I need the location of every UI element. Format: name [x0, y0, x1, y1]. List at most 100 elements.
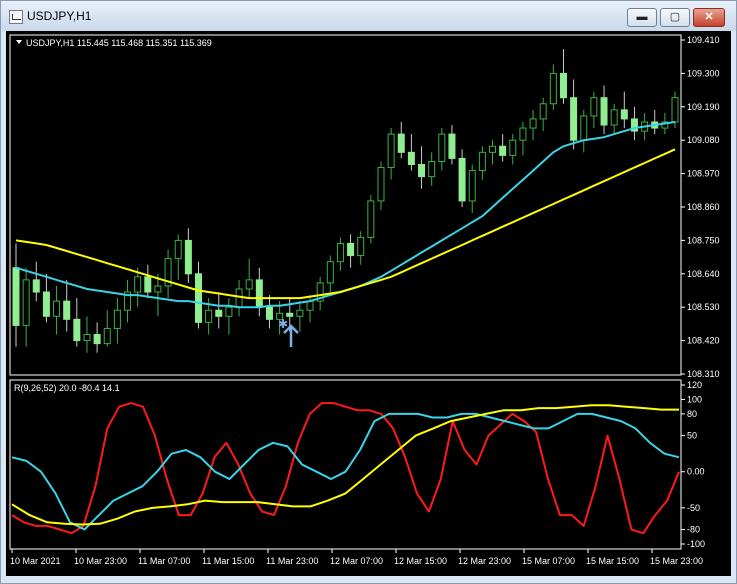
- oscillator-label: R(9,26,52) 20.0 -80.4 14.1: [14, 383, 120, 393]
- candle-body: [367, 200, 375, 238]
- candle-body: [336, 242, 344, 263]
- chart-area[interactable]: 109.410 109.300 109.190 109.080 108.970 108.8…: [6, 31, 731, 576]
- candle-body: [620, 109, 628, 120]
- candle-body: [377, 167, 385, 202]
- price-tick-label: 108.750: [687, 235, 720, 245]
- candle-body: [468, 170, 476, 202]
- candle-body: [549, 72, 557, 105]
- candle-body: [245, 279, 253, 290]
- candle-body: [418, 163, 426, 178]
- time-tick-label: 10 Mar 2021: [10, 556, 61, 566]
- time-tick-label: 11 Mar 07:00: [138, 556, 190, 566]
- oscillator-series-line: [11, 402, 680, 535]
- candle-body: [286, 312, 294, 317]
- candle-body: [73, 318, 81, 342]
- oscillator-tick-label: -80: [687, 525, 700, 535]
- candle-body: [559, 72, 567, 99]
- price-tick-label: 108.420: [687, 336, 720, 346]
- candle-body: [478, 151, 486, 172]
- price-chart-label: USDJPY,H1 115.445 115.468 115.351 115.36…: [26, 38, 212, 48]
- candle-body: [610, 109, 618, 126]
- time-tick-label: 15 Mar 07:00: [522, 556, 575, 566]
- candle-body: [63, 300, 71, 320]
- time-tick-label: 11 Mar 23:00: [266, 556, 318, 566]
- candle-body: [570, 97, 578, 141]
- candle-body: [519, 127, 527, 141]
- time-axis: 10 Mar 2021 10 Mar 23:00 11 Mar 07:00 11 Ma…: [10, 549, 703, 566]
- candle-body: [184, 239, 192, 275]
- time-tick-label: 12 Mar 15:00: [394, 556, 447, 566]
- candle-body: [83, 334, 91, 342]
- candle-body: [42, 291, 50, 317]
- candle-body: [194, 273, 202, 323]
- candles-group: [12, 49, 679, 353]
- oscillator-tick-label: 0.00: [687, 467, 705, 477]
- candle-body: [671, 97, 679, 123]
- time-tick-label: 11 Mar 15:00: [202, 556, 254, 566]
- title-bar[interactable]: USDJPY,H1 ▬ ▢ ✕: [1, 1, 736, 31]
- candle-body: [12, 267, 20, 326]
- fast-ma-line: [15, 121, 676, 309]
- candle-body: [113, 309, 121, 329]
- candle-body: [103, 327, 111, 345]
- candle-body: [255, 279, 263, 308]
- minimize-button[interactable]: ▬: [627, 8, 657, 27]
- candle-body: [580, 115, 588, 141]
- candle-body: [306, 300, 314, 311]
- chart-app-icon: [9, 10, 23, 24]
- oscillator-lines: [11, 402, 680, 535]
- chart-svg[interactable]: 109.410 109.300 109.190 109.080 108.970 108.8…: [6, 31, 731, 576]
- candle-body: [387, 133, 395, 169]
- price-tick-label: 109.410: [687, 35, 720, 45]
- triangle-down-icon[interactable]: [16, 40, 22, 44]
- candle-body: [32, 279, 40, 293]
- candle-body: [154, 285, 162, 293]
- candle-body: [600, 97, 608, 126]
- price-tick-label: 108.860: [687, 202, 720, 212]
- price-tick-label: 108.640: [687, 269, 720, 279]
- candle-body: [205, 309, 213, 323]
- oscillator-series-line: [11, 404, 679, 526]
- slow-ma-line: [15, 148, 676, 300]
- candle-body: [174, 239, 182, 260]
- oscillator-tick-label: -100: [687, 539, 705, 549]
- candle-body: [134, 276, 142, 293]
- time-tick-label: 12 Mar 23:00: [458, 556, 511, 566]
- candle-body: [428, 160, 436, 178]
- window-title: USDJPY,H1: [27, 9, 92, 23]
- price-tick-label: 108.310: [687, 369, 720, 379]
- price-tick-label: 109.080: [687, 135, 720, 145]
- maximize-button[interactable]: ▢: [660, 8, 690, 27]
- candle-body: [509, 139, 517, 156]
- candle-body: [448, 133, 456, 159]
- candle-body: [144, 276, 152, 293]
- price-tick-label: 108.970: [687, 169, 720, 179]
- time-tick-label: 12 Mar 07:00: [330, 556, 383, 566]
- oscillator-tick-label: 120: [687, 380, 702, 390]
- candle-body: [489, 145, 497, 153]
- chart-window: USDJPY,H1 ▬ ▢ ✕ 109.410 109.300 109.190 109…: [0, 0, 737, 584]
- candle-body: [93, 334, 101, 345]
- buy-arrow-icon[interactable]: ✱: [278, 317, 299, 347]
- oscillator-axis: 120 100 80 50 0.00 -50 -80 -100: [681, 380, 705, 549]
- candle-body: [296, 309, 304, 317]
- candle-body: [326, 261, 334, 284]
- time-tick-label: 15 Mar 15:00: [586, 556, 639, 566]
- oscillator-series-line: [11, 412, 680, 531]
- time-tick-label: 10 Mar 23:00: [74, 556, 127, 566]
- candle-body: [225, 306, 233, 317]
- time-tick-label: 15 Mar 23:00: [650, 556, 703, 566]
- candle-body: [53, 300, 61, 317]
- oscillator-tick-label: 100: [687, 394, 702, 404]
- oscillator-tick-label: 50: [687, 431, 697, 441]
- candle-body: [590, 97, 598, 117]
- candle-body: [529, 118, 537, 129]
- price-axis: 109.410 109.300 109.190 109.080 108.970 108.8…: [681, 35, 720, 379]
- candle-body: [539, 103, 547, 120]
- price-tick-label: 109.300: [687, 68, 720, 78]
- oscillator-tick-label: 80: [687, 409, 697, 419]
- price-tick-label: 109.190: [687, 102, 720, 112]
- candle-body: [265, 306, 273, 320]
- candle-body: [458, 157, 466, 202]
- close-button[interactable]: ✕: [693, 8, 725, 27]
